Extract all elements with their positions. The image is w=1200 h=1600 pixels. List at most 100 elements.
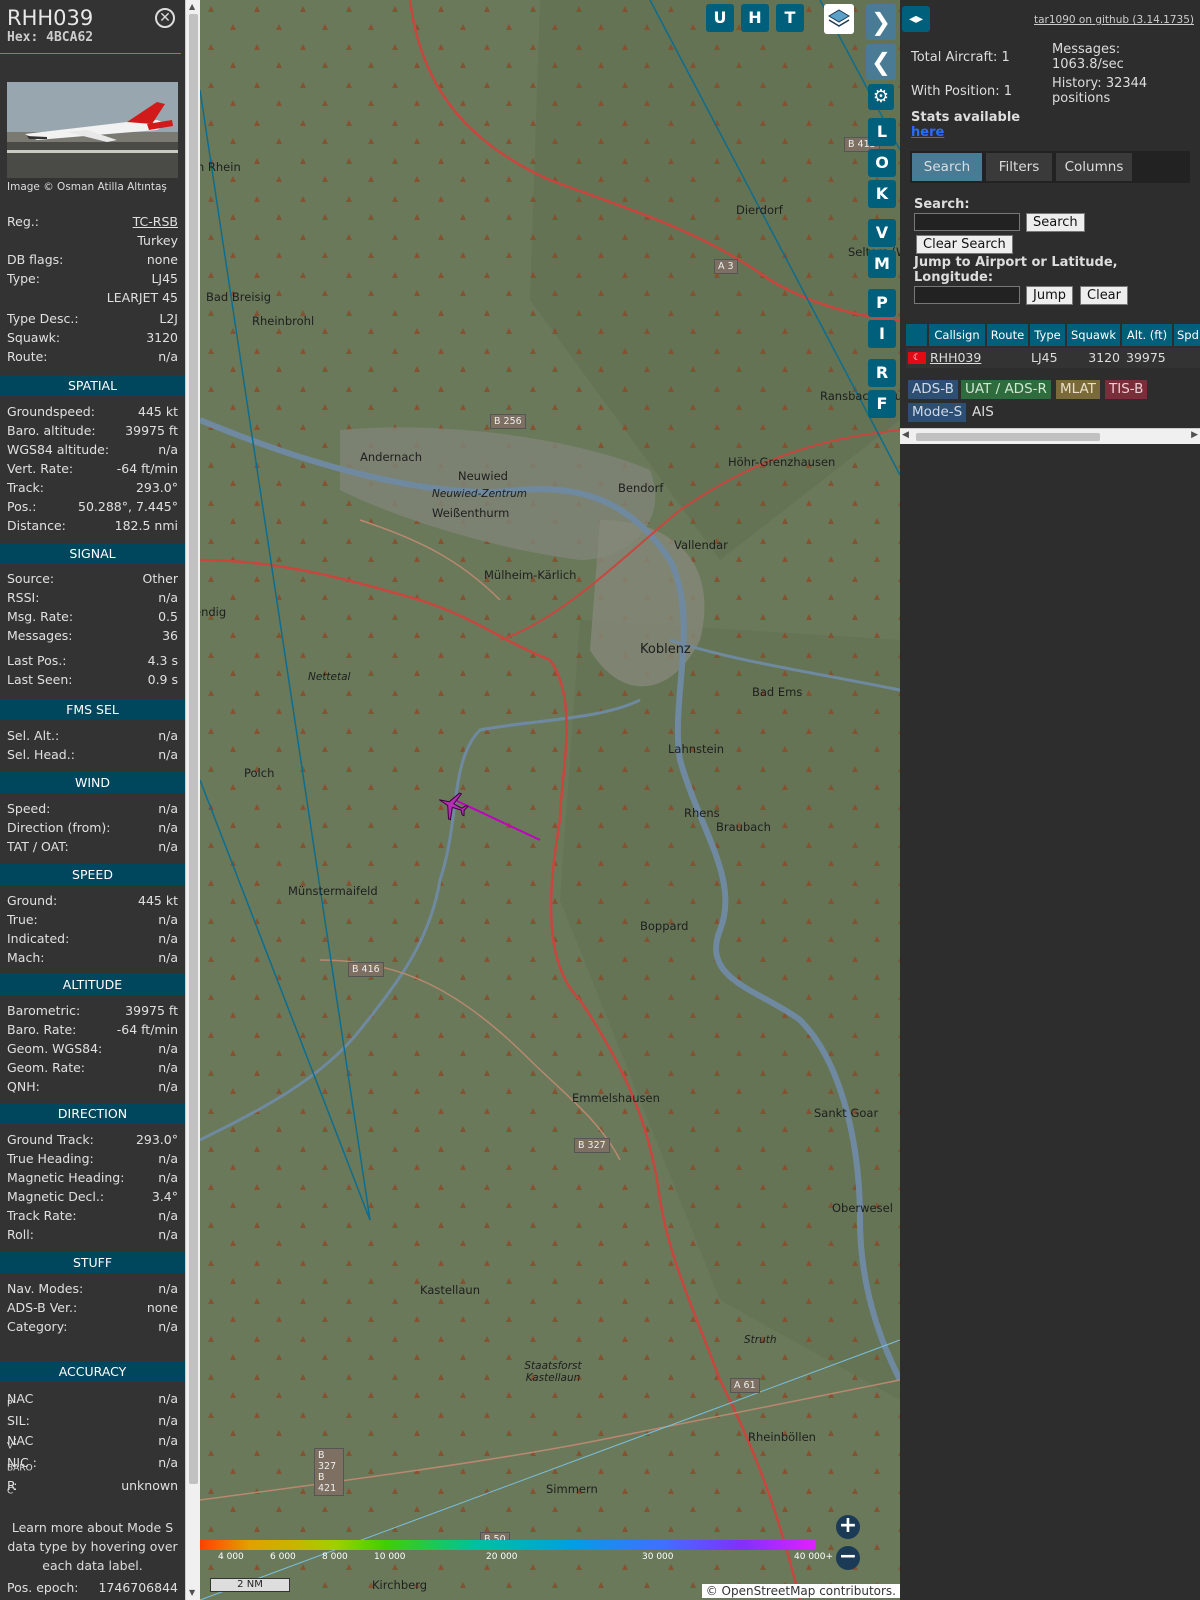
tab-search[interactable]: Search	[912, 153, 982, 181]
direction-row: Magnetic Decl.: 3.4°	[7, 1189, 178, 1207]
with-position: With Position: 1	[911, 84, 1013, 99]
spatial-row-value: n/a	[158, 442, 178, 457]
map-place-label: Kirchberg	[372, 1578, 428, 1592]
zoom-out-button[interactable]: −	[836, 1546, 860, 1570]
map-button-v[interactable]: V	[868, 219, 896, 247]
badge-uat-adsr[interactable]: UAT / ADS-R	[961, 380, 1051, 399]
fms-row: Sel. Head.: n/a	[7, 747, 178, 765]
altitude-row: Geom. WGS84: n/a	[7, 1041, 178, 1059]
map-place-label: Koblenz	[640, 642, 691, 657]
altitude-row-label: QNH:	[7, 1079, 40, 1094]
table-header-callsign[interactable]: Callsign	[929, 324, 985, 346]
direction-row-value: n/a	[158, 1151, 178, 1166]
scrollbar-thumb[interactable]	[189, 14, 198, 1484]
stuff-row-value: n/a	[158, 1319, 178, 1334]
cell-callsign[interactable]: RHH039	[930, 348, 981, 368]
layers-icon[interactable]	[824, 4, 854, 34]
direction-row: Roll: n/a	[7, 1227, 178, 1245]
scroll-right-icon[interactable]: ▶	[1191, 430, 1198, 440]
scroll-down-icon[interactable]: ▼	[189, 1588, 195, 1597]
badge-adsb[interactable]: ADS-B	[908, 380, 958, 399]
table-header-altitude[interactable]: Alt. (ft)	[1122, 324, 1172, 346]
spatial-row-value: 293.0°	[135, 480, 178, 495]
search-input[interactable]	[914, 213, 1020, 231]
table-header-squawk[interactable]: Squawk	[1067, 324, 1120, 346]
map-button-m[interactable]: M	[868, 250, 896, 278]
map-button-l[interactable]: L	[868, 118, 896, 146]
info-row-value: L2J	[159, 311, 178, 326]
direction-row-label: True Heading:	[7, 1151, 94, 1166]
scroll-up-icon[interactable]: ▲	[189, 2, 195, 11]
signal-row-label: RSSI:	[7, 590, 40, 605]
direction-row-value: 293.0°	[135, 1132, 178, 1147]
badge-tisb[interactable]: TIS-B	[1105, 380, 1148, 399]
signal-row-value: Other	[142, 571, 179, 586]
spatial-row: Baro. altitude: 39975 ft	[7, 423, 178, 441]
photo-credit: Image © Osman Atilla Altıntaş	[7, 181, 167, 193]
badge-ais[interactable]: AIS	[968, 403, 998, 422]
collapse-left-icon[interactable]: ❮	[866, 44, 896, 80]
sidebar-scrollbar[interactable]: ▲ ▼	[185, 0, 200, 1600]
settings-gear-icon[interactable]: ⚙	[868, 84, 894, 110]
jump-button[interactable]: Jump	[1026, 286, 1073, 305]
map-button-h[interactable]: H	[741, 4, 769, 32]
badge-mlat[interactable]: MLAT	[1056, 380, 1100, 399]
speed-row-value: n/a	[158, 931, 178, 946]
expand-right-icon[interactable]: ❯	[866, 4, 896, 40]
section-header-direction: DIRECTION	[0, 1103, 185, 1124]
close-icon[interactable]: ✕	[155, 8, 175, 28]
accuracy-row-label: NAC	[7, 1391, 34, 1406]
table-horizontal-scrollbar[interactable]: ◀ ▶	[900, 428, 1200, 444]
map-attribution[interactable]: © OpenStreetMap contributors.	[701, 1584, 900, 1598]
map-place-label: Oberwesel	[832, 1201, 893, 1215]
map-button-k[interactable]: K	[868, 180, 896, 208]
map-place-label: Struth	[744, 1334, 777, 1346]
altitude-row-label: Baro. Rate:	[7, 1022, 77, 1037]
table-header-route[interactable]: Route	[987, 324, 1028, 346]
info-row-label: Reg.:	[7, 214, 39, 229]
tab-columns[interactable]: Columns	[1056, 153, 1132, 181]
map-place-label: Simmern	[546, 1482, 598, 1496]
map-view[interactable]: Bad Breisig Rheinbrohl Andernach Neuwied Neu…	[200, 0, 900, 1600]
spatial-row: Groundspeed: 445 kt	[7, 404, 178, 422]
table-header-type[interactable]: Type	[1030, 324, 1065, 346]
altitude-tick-label: 40 000+	[794, 1552, 834, 1562]
scroll-left-icon[interactable]: ◀	[902, 430, 909, 440]
map-place-label: Braubach	[716, 820, 771, 834]
altitude-row-label: Geom. Rate:	[7, 1060, 86, 1075]
stuff-row-value: none	[146, 1300, 178, 1315]
wind-row-value: n/a	[158, 839, 178, 854]
zoom-in-button[interactable]: +	[836, 1515, 860, 1539]
stats-link[interactable]: here	[911, 125, 944, 140]
accuracy-row-value: n/a	[158, 1455, 178, 1470]
tab-filters[interactable]: Filters	[986, 153, 1052, 181]
map-button-f[interactable]: F	[868, 390, 896, 418]
clear-button[interactable]: Clear	[1080, 286, 1128, 305]
accuracy-row: NAC P: n/a	[7, 1391, 178, 1410]
clear-search-button[interactable]: Clear Search	[916, 235, 1013, 254]
spatial-row-label: Groundspeed:	[7, 404, 95, 419]
map-button-o[interactable]: O	[868, 149, 896, 177]
search-button[interactable]: Search	[1026, 213, 1085, 232]
map-button-p[interactable]: P	[868, 289, 896, 317]
aircraft-photo[interactable]	[7, 82, 178, 178]
signal-row-value: 0.5	[158, 609, 178, 624]
toggle-sidebar-icon[interactable]: ◂▸	[902, 6, 930, 32]
info-row-label: Type:	[7, 271, 40, 286]
map-button-u[interactable]: U	[706, 4, 734, 32]
badge-modes[interactable]: Mode-S	[908, 403, 967, 422]
map-button-r[interactable]: R	[868, 359, 896, 387]
map-button-t[interactable]: T	[776, 4, 804, 32]
learn-more-text: Learn more about Mode S data type by hov…	[7, 1520, 178, 1573]
signal-row-value: 36	[162, 628, 178, 643]
table-header-speed[interactable]: Spd.	[1174, 324, 1200, 346]
version-link[interactable]: tar1090 on github (3.14.1735)	[1034, 14, 1194, 26]
map-place-label: Neuwied-Zentrum	[432, 488, 528, 500]
signal-row-label: Msg. Rate:	[7, 609, 74, 624]
h-scrollbar-thumb[interactable]	[916, 433, 1100, 441]
jump-input[interactable]	[914, 286, 1020, 304]
direction-row-value: n/a	[158, 1170, 178, 1185]
section-header-spatial: SPATIAL	[0, 375, 185, 396]
map-button-i[interactable]: I	[868, 320, 896, 348]
map-place-label: Bad Breisig	[206, 290, 272, 304]
